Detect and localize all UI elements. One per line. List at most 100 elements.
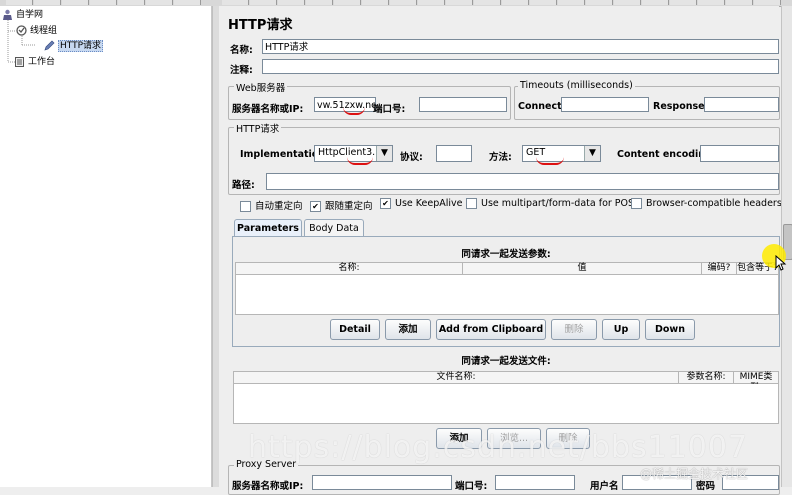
response-label: Response: xyxy=(653,101,709,112)
tree-item-workbench[interactable]: 工作台 xyxy=(14,55,55,69)
follow-redirects-checkbox[interactable]: ✔ 跟随重定向 xyxy=(310,198,373,212)
proxy-port-label: 端口号: xyxy=(455,481,488,492)
protocol-label: 协议: xyxy=(400,152,423,163)
vertical-scrollbar[interactable] xyxy=(781,6,792,487)
browser-headers-checkbox[interactable]: Browser-compatible headers xyxy=(631,198,782,209)
name-label: 名称: xyxy=(230,45,253,56)
page-title: HTTP请求 xyxy=(228,18,293,33)
toolbar-button[interactable] xyxy=(670,0,697,5)
column-header-value[interactable]: 值 xyxy=(463,263,702,274)
column-header-param-name[interactable]: 参数名称: xyxy=(679,372,734,383)
port-field[interactable] xyxy=(419,97,507,112)
thread-group-icon xyxy=(16,24,27,36)
checkbox-label: Use multipart/form-data for POST xyxy=(481,198,640,209)
toolbar-button[interactable] xyxy=(474,0,501,5)
checkbox-label: Use KeepAlive xyxy=(395,198,463,209)
toolbar-button[interactable] xyxy=(222,0,249,5)
path-field[interactable] xyxy=(266,173,779,190)
parameters-table-header: 名称: 值 编码? 包含等于? xyxy=(235,262,779,275)
protocol-field[interactable] xyxy=(436,145,472,162)
column-header-encode[interactable]: 编码? xyxy=(702,263,737,274)
toolbar-button[interactable] xyxy=(62,0,89,5)
proxy-server-field[interactable] xyxy=(312,475,452,490)
tree-item-thread-group[interactable]: 线程组 xyxy=(16,24,57,38)
column-header-mime-type[interactable]: MIME类型: xyxy=(734,372,778,393)
checkbox-box[interactable] xyxy=(240,201,251,212)
response-timeout-field[interactable] xyxy=(704,97,779,112)
checkbox-box[interactable] xyxy=(631,198,642,209)
path-label: 路径: xyxy=(232,180,255,191)
proxy-port-field[interactable] xyxy=(495,475,575,490)
toolbar-button[interactable] xyxy=(306,0,333,5)
toolbar-button[interactable] xyxy=(250,0,277,5)
auto-redirect-checkbox[interactable]: 自动重定向 xyxy=(240,198,303,212)
toolbar-button[interactable] xyxy=(6,0,33,5)
toolbar-button[interactable] xyxy=(614,0,641,5)
column-header-file-name[interactable]: 文件名称: xyxy=(234,372,679,383)
content-encoding-field[interactable] xyxy=(700,145,779,162)
workbench-clipboard-icon xyxy=(15,56,24,67)
toolbar-button[interactable] xyxy=(390,0,417,5)
toolbar-button[interactable] xyxy=(530,0,557,5)
tree-item-label: 线程组 xyxy=(30,26,58,36)
tab-parameters[interactable]: Parameters xyxy=(234,219,302,236)
method-label: 方法: xyxy=(489,152,512,163)
comment-label: 注释: xyxy=(230,65,253,76)
toolbar-button[interactable] xyxy=(446,0,473,5)
up-button[interactable]: Up xyxy=(602,319,640,340)
keepalive-checkbox[interactable]: ✔ Use KeepAlive xyxy=(380,198,463,209)
tree-item-label: HTTP请求 xyxy=(58,40,104,52)
add-parameter-button[interactable]: 添加 xyxy=(385,319,431,340)
proxy-user-label: 用户名 xyxy=(590,481,619,492)
toolbar-button[interactable] xyxy=(362,0,389,5)
toolbar-button[interactable] xyxy=(174,0,201,5)
detail-button[interactable]: Detail xyxy=(330,319,380,340)
toolbar-button[interactable] xyxy=(418,0,445,5)
tree-item-test-plan[interactable]: 自学网 xyxy=(2,8,43,22)
delete-parameter-button[interactable]: 删除 xyxy=(551,319,597,340)
comment-field[interactable] xyxy=(262,59,779,74)
toolbar-button[interactable] xyxy=(34,0,61,5)
tree-item-http-request[interactable]: HTTP请求 xyxy=(44,39,104,53)
name-field[interactable]: HTTP请求 xyxy=(262,39,779,54)
chevron-down-icon[interactable]: ▼ xyxy=(376,146,392,161)
column-header-name[interactable]: 名称: xyxy=(236,263,463,274)
chevron-down-icon[interactable]: ▼ xyxy=(584,146,600,161)
toolbar-button[interactable] xyxy=(90,0,117,5)
checkbox-box[interactable] xyxy=(466,198,477,209)
checkbox-box[interactable]: ✔ xyxy=(380,198,391,209)
toolbar-button[interactable] xyxy=(754,0,781,5)
checkbox-label: Browser-compatible headers xyxy=(646,198,782,209)
down-button[interactable]: Down xyxy=(645,319,695,340)
tab-body-data[interactable]: Body Data xyxy=(304,219,364,236)
toolbar-button[interactable] xyxy=(278,0,305,5)
toolbar-button[interactable] xyxy=(698,0,725,5)
connect-timeout-field[interactable] xyxy=(561,97,649,112)
files-table-body[interactable] xyxy=(233,384,779,424)
tree-item-label: 自学网 xyxy=(16,10,44,20)
sampler-pen-icon xyxy=(44,40,55,51)
parameters-table-body[interactable] xyxy=(235,275,779,315)
toolbar-button[interactable] xyxy=(558,0,585,5)
files-table-header: 文件名称: 参数名称: MIME类型: xyxy=(233,371,779,393)
watermark-url: https://blog.csdn.net/bbs11007 xyxy=(248,430,749,465)
checkbox-label: 自动重定向 xyxy=(255,201,303,212)
toolbar-button[interactable] xyxy=(334,0,361,5)
proxy-server-label: 服务器名称或IP: xyxy=(232,481,304,492)
tree-item-label: 工作台 xyxy=(28,57,56,67)
files-heading: 同请求一起发送文件: xyxy=(461,356,551,367)
toolbar-button[interactable] xyxy=(118,0,145,5)
parameters-heading: 同请求一起发送参数: xyxy=(461,249,551,260)
multipart-checkbox[interactable]: Use multipart/form-data for POST xyxy=(466,198,640,209)
toolbar-button[interactable] xyxy=(502,0,529,5)
add-from-clipboard-button[interactable]: Add from Clipboard xyxy=(436,319,546,340)
toolbar-button[interactable] xyxy=(146,0,173,5)
port-label: 端口号: xyxy=(373,104,406,115)
toolbar-button[interactable] xyxy=(726,0,753,5)
checkbox-box[interactable]: ✔ xyxy=(310,201,321,212)
test-plan-icon xyxy=(3,9,12,20)
watermark-site: @稀土掘金技术社区 xyxy=(640,467,749,481)
toolbar-button[interactable] xyxy=(586,0,613,5)
toolbar-button[interactable] xyxy=(642,0,669,5)
connect-label: Connect: xyxy=(518,101,566,112)
